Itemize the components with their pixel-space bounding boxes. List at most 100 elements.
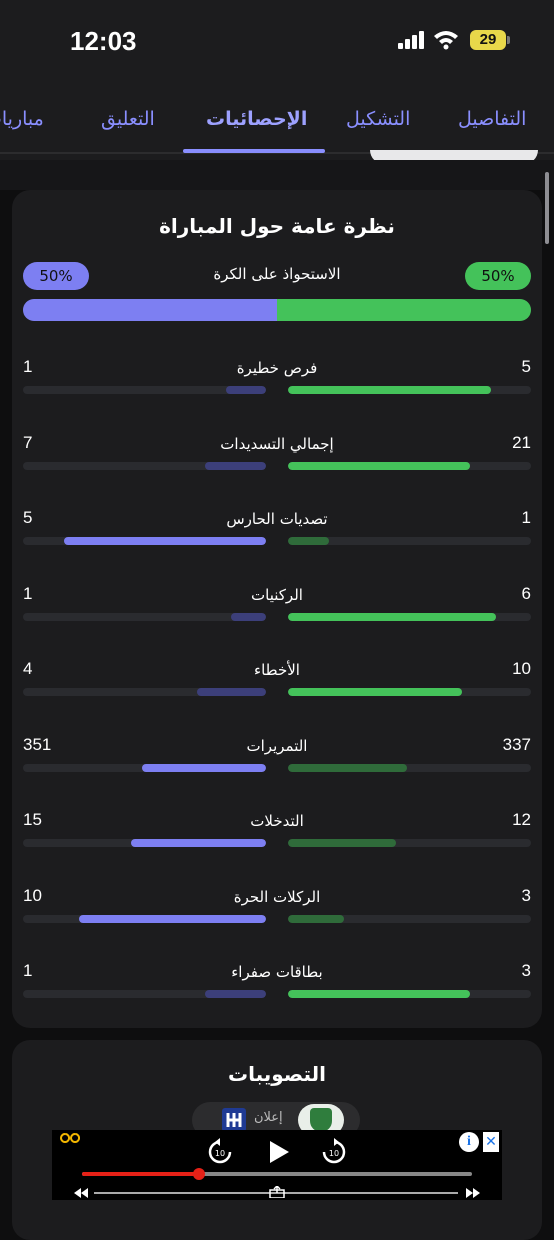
stat-home-value: 6 [521,583,531,603]
ad-brand-logo-icon [60,1133,80,1143]
stat-away-track [23,612,266,621]
svg-text:10: 10 [215,1149,225,1158]
possession-home-pill: 50% [465,262,531,290]
active-tab-indicator [183,149,325,153]
possession-bar [23,299,531,321]
tab-details[interactable]: التفاصيل [458,108,526,130]
stat-home-value: 3 [521,961,531,980]
stat-name: تصديات الحارس [226,510,328,528]
stat-name: الركنيات [251,585,303,604]
stat-row: 5 تصديات الحارس 1 [12,508,542,570]
possession-home-fill [277,299,531,321]
stat-name: الأخطاء [254,661,300,679]
ad-progress-knob[interactable] [193,1168,205,1180]
tab-stats[interactable]: الإحصائيات [206,108,307,130]
stat-home-value: 337 [502,734,531,754]
stat-home-bar [288,461,471,470]
stat-name: بطاقات صفراء [231,963,323,981]
stat-home-bar [288,386,491,394]
tab-matches[interactable]: مباريات [0,108,44,130]
match-overview-card: نظرة عامة حول المباراة 50% الاستحواذ على… [12,190,542,1028]
segment-pill[interactable] [370,150,538,160]
stat-away-track [23,839,266,847]
stat-name: التمريرات [246,736,308,755]
wifi-icon [434,31,458,50]
tab-commentary[interactable]: التعليق [101,108,155,130]
stat-away-bar [131,839,266,847]
stat-away-track [23,688,266,696]
stat-home-track [288,688,531,696]
shots-title: التصويبات [227,1062,327,1086]
stat-away-bar [231,612,266,621]
stat-away-bar [79,914,266,923]
stat-home-track [288,914,531,923]
stat-row: 1 بطاقات صفراء 3 [12,961,542,1023]
seek-back-icon[interactable] [74,1188,88,1198]
status-time: 12:03 [70,26,137,56]
stat-home-track [288,461,531,470]
rewind-10-icon[interactable]: 10 [206,1138,234,1166]
stat-away-track [23,914,266,923]
stat-home-track [288,537,531,545]
stat-home-bar [288,763,408,772]
stat-home-value: 12 [512,810,531,829]
stat-away-track [23,763,266,772]
stat-home-bar [288,839,396,847]
stat-home-track [288,612,531,621]
content-header-strip [0,160,554,190]
stat-away-bar [142,763,266,772]
seek-forward-icon[interactable] [466,1188,480,1198]
ad-progress-bar[interactable] [82,1168,472,1180]
stat-row: 1 فرص خطيرة 5 [12,357,542,419]
stat-name: فرص خطيرة [236,359,318,377]
ad-close-icon[interactable]: ✕ [483,1132,499,1152]
stat-name: الركلات الحرة [233,887,321,906]
stat-home-value: 1 [521,508,531,527]
match-tabs: التفاصيل التشكيل الإحصائيات التعليق مبار… [0,82,554,160]
battery-icon: 29 [470,30,506,50]
stat-away-bar [196,688,266,696]
stat-row: 351 التمريرات 337 [12,734,542,797]
stat-row: 15 التدخلات 12 [12,810,542,872]
stat-row: 7 إجمالي التسديدات 21 [12,432,542,495]
stat-away-bar [205,990,266,998]
ad-progress-played [82,1172,199,1176]
stat-home-bar [288,612,497,621]
stat-away-track [23,537,266,545]
svg-text:10: 10 [329,1149,339,1158]
play-icon[interactable] [264,1138,292,1166]
ad-video-player[interactable]: i ✕ 10 10 [52,1130,502,1200]
stat-away-track [23,990,266,998]
stat-name: التدخلات [250,812,304,830]
stat-home-track [288,763,531,772]
forward-10-icon[interactable]: 10 [320,1138,348,1166]
stat-row: 4 الأخطاء 10 [12,659,542,721]
stat-away-bar [225,386,266,394]
stat-home-value: 3 [521,885,531,905]
ad-scrubber-row [52,1186,502,1198]
stat-home-bar [288,688,462,696]
stat-away-bar [63,537,266,545]
stat-home-bar [288,914,345,923]
status-bar: 12:03 29 [0,0,554,82]
cellular-signal-icon [398,31,426,49]
tab-lineup[interactable]: التشكيل [346,108,410,130]
stat-away-bar [205,461,266,470]
stat-home-value: 21 [512,432,531,452]
stat-away-track [23,386,266,394]
possession-away-fill [23,299,277,321]
overview-title: نظرة عامة حول المباراة [159,214,395,238]
stat-home-track [288,990,531,998]
stat-row: 1 الركنيات 6 [12,583,542,646]
stat-home-value: 5 [521,357,531,376]
scrollbar[interactable] [545,172,549,244]
ad-info-icon[interactable]: i [459,1132,479,1152]
stat-home-bar [288,990,471,998]
stat-home-track [288,839,531,847]
possession-label: الاستحواذ على الكرة [213,265,341,283]
stat-home-bar [288,537,329,545]
stat-home-track [288,386,531,394]
stat-name: إجمالي التسديدات [220,434,334,453]
share-icon[interactable] [268,1186,286,1198]
battery-tip [507,36,510,44]
